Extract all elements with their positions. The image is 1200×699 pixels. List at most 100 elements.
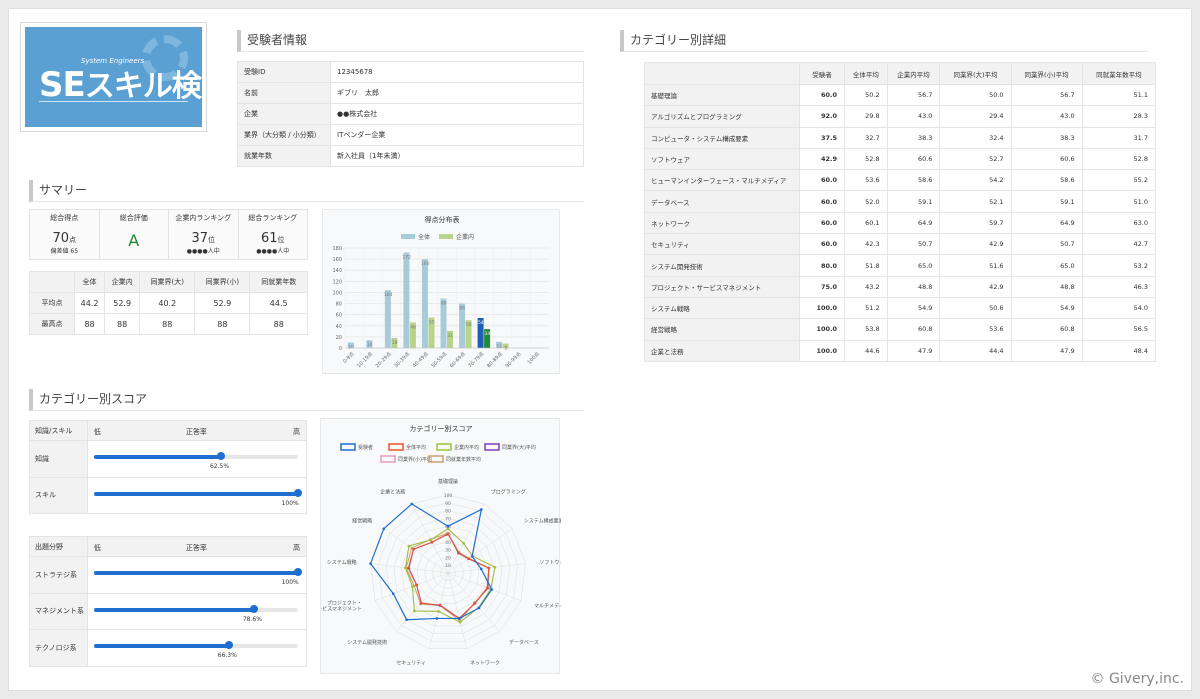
cat-cell: 53.8 (844, 318, 888, 341)
rate-bar-cell: 100% (86, 476, 308, 514)
cat-cell: 63.0 (1081, 211, 1157, 235)
total-score-unit: 点 (69, 236, 77, 244)
cat-row: 基礎理論 60.0 50.2 56.7 50.0 56.7 51.1 (644, 83, 1157, 107)
radar-point (437, 610, 440, 613)
rate-slider-track: 100% (93, 488, 302, 507)
cat-cell: 100.0 (798, 339, 846, 362)
cat-cell: 31.7 (1081, 126, 1157, 149)
radar-axis-label-line: データベース (509, 639, 539, 646)
radar-legend-label: 同就業年数平均 (446, 456, 481, 463)
cat-cell: 32.4 (939, 126, 1012, 149)
cat-cell: 47.9 (886, 339, 941, 362)
cat-cell: 50.0 (939, 83, 1012, 107)
rate-percent: 66.3% (217, 652, 237, 659)
cat-column-header: 同就業年数平均 (1081, 62, 1157, 85)
rate-slider-fill (93, 571, 298, 575)
rate-high-label: 高 (293, 544, 300, 552)
rate-slider-track: 62.5% (93, 452, 298, 470)
cat-cell: 58.6 (1010, 169, 1083, 192)
info-row: 企業 ●●株式会社 (237, 103, 584, 125)
radar-axis-label-line: 基礎理論 (438, 478, 458, 485)
dist-y-tick: 100 (332, 290, 342, 296)
cat-cell: 80.0 (798, 254, 846, 277)
info-row: 就業年数 新入社員（1年未満） (237, 145, 584, 167)
cat-row-name: ネットワーク (644, 211, 800, 235)
radar-point (413, 609, 416, 613)
cat-cell: 43.2 (844, 275, 888, 298)
avg-column-header: 全体 (73, 271, 106, 293)
radar-point (467, 557, 471, 560)
cat-row: アルゴリズムとプログラミング 92.0 29.8 43.0 29.4 43.0 28.3 (644, 105, 1157, 128)
company-rank-value: 37 (191, 231, 209, 246)
rate-scale-header: 低 正答率 高 (86, 536, 308, 557)
cat-cell: 43.0 (886, 105, 941, 128)
radar-point (470, 555, 474, 558)
dist-y-tick: 120 (332, 279, 342, 285)
radar-point (490, 588, 494, 591)
rate-row: ストラテジ系 100% (29, 556, 308, 594)
rating-value: A (128, 231, 140, 250)
cat-cell: 54.9 (1010, 296, 1083, 320)
rate-row-label: ストラテジ系 (29, 556, 88, 594)
dist-bar-label: 104 (384, 292, 393, 298)
cat-cell: 32.7 (844, 126, 888, 149)
rate-percent: 100% (281, 579, 299, 586)
radar-axis-label: プロジェクト・サービスマネジメント (321, 601, 362, 613)
radar-legend-label: 企業内平均 (454, 444, 479, 451)
cat-cell: 60.0 (798, 190, 846, 213)
avg-row: 平均点 44.2 52.9 40.2 52.9 44.5 (29, 292, 308, 314)
dist-y-tick: 0 (339, 346, 342, 352)
cat-cell: 60.8 (886, 318, 941, 341)
logo-divider (39, 101, 188, 102)
dist-x-tick: 0-9点 (342, 351, 356, 365)
dist-bar-label: 55 (429, 319, 435, 325)
cat-cell: 100.0 (798, 296, 846, 320)
dist-bar-label: 54 (478, 320, 484, 326)
cat-cell: 52.0 (844, 190, 888, 213)
cat-cell: 59.7 (939, 211, 1012, 235)
company-rank-of: ●●●●人中 (186, 248, 220, 255)
cat-row: ソフトウェア 42.9 52.8 60.6 52.7 60.6 52.8 (644, 147, 1157, 171)
dist-bar-label: 50 (466, 322, 472, 328)
cat-row-name: アルゴリズムとプログラミング (644, 105, 800, 128)
radar-point (477, 606, 481, 610)
cat-cell: 50.7 (886, 233, 941, 256)
cat-row-name: ヒューマンインターフェース・マルチメディア (644, 169, 800, 192)
summary-section-title: サマリー (29, 180, 584, 202)
radar-spoke (447, 572, 522, 601)
cat-cell: 59.1 (1010, 190, 1083, 213)
category-radar-svg: カテゴリー別スコア受験者 全体平均 企業内平均 同業界(大)平均同業界(小)平均 同就業… (312, 424, 569, 666)
rate-bar-cell: 66.3% (86, 629, 308, 667)
avg-cell: 88 (249, 313, 308, 335)
cat-cell: 53.6 (844, 169, 888, 192)
radar-legend-label: 全体平均 (406, 444, 426, 451)
field-rate-table: 出題分野低 正答率 高ストラテジ系 100% マネジメント系 78.6% テクノロジ系 66.… (29, 536, 308, 667)
rate-slider-knob (294, 488, 302, 497)
category-detail-table: 受験者 全体平均 企業内平均 同業界(大)平均 同業界(小)平均 同就業年数平均 基礎理論… (644, 62, 1157, 362)
rate-row: テクノロジ系 66.3% (29, 629, 308, 667)
radar-axis-label-line: ネットワーク (470, 660, 500, 666)
rate-row: 知識 62.5% (29, 440, 308, 478)
radar-point (473, 602, 477, 605)
cat-cell: 42.9 (798, 147, 846, 171)
radar-point (458, 620, 462, 624)
company-rank-label: 企業内ランキング (175, 214, 232, 222)
dist-x-tick: 60-69点 (449, 351, 467, 369)
cat-cell: 50.2 (844, 83, 888, 107)
examinee-info-table: 受験ID 12345678 名前 ギブリ 太郎 企業 ●●株式会社 業界（大分類 / 小分類… (237, 61, 584, 167)
logo-skill-text: スキル検定 (84, 69, 202, 104)
avg-column-header: 企業内 (104, 271, 141, 293)
radar-axis-label: 企業と法務 (380, 489, 405, 496)
info-row: 受験ID 12345678 (237, 61, 584, 83)
avg-cell: 44.5 (249, 292, 308, 314)
cat-cell: 58.6 (886, 169, 941, 192)
skill-rate-table: 知識/スキル低 正答率 高知識 62.5% スキル 100% (29, 420, 308, 514)
rate-percent: 100% (281, 499, 299, 507)
rate-slider-track: 78.6% (93, 604, 298, 623)
rate-slider-track: 100% (93, 568, 302, 586)
radar-axis-label: 基礎理論 (438, 478, 458, 485)
cat-column-header: 企業内平均 (886, 62, 941, 85)
cat-row-name: システム戦略 (644, 296, 800, 320)
score-distribution-svg: 得点分布表全体 企業内0204060801001201401601800-9点10… (332, 215, 549, 369)
rate-mid-label: 正答率 (185, 544, 207, 552)
